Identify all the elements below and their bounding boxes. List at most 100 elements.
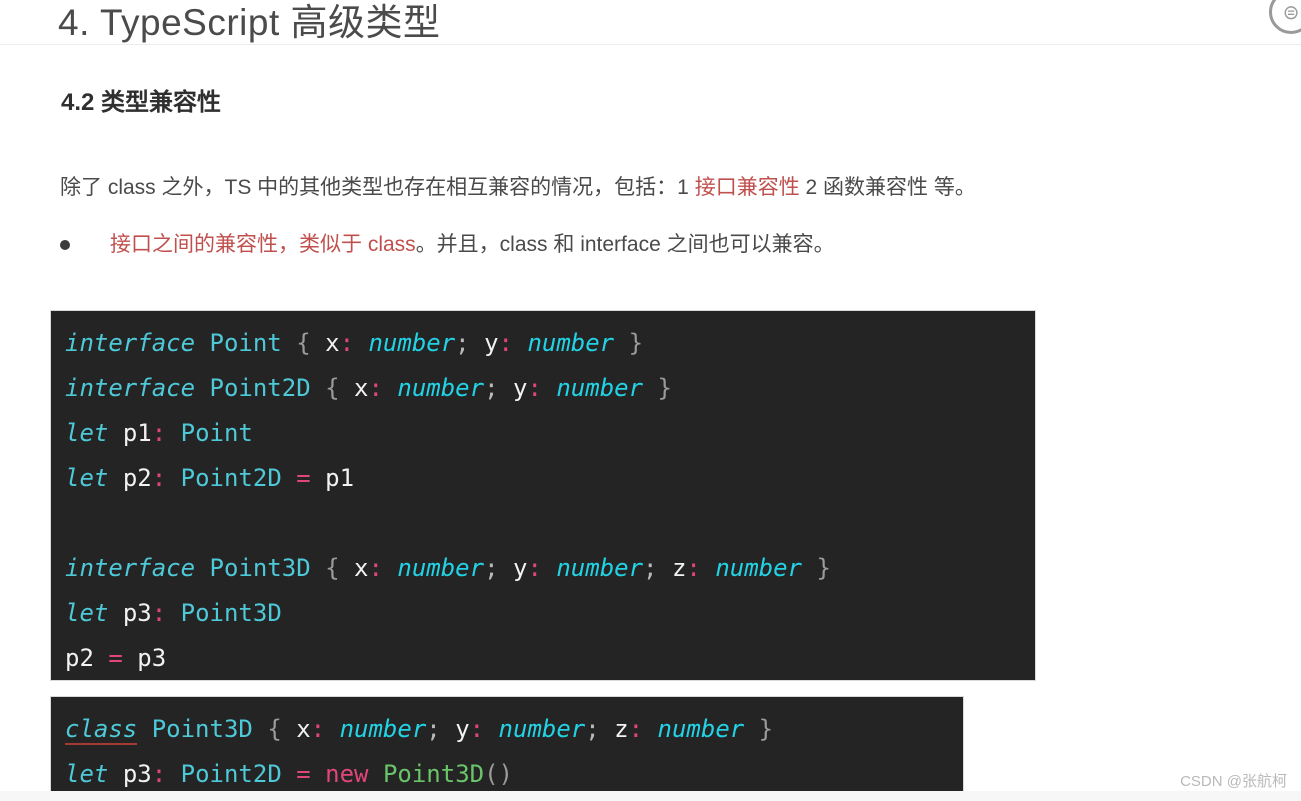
code-token: interface	[65, 329, 196, 357]
code-token: x	[325, 329, 340, 357]
line-let-p2: let p2: Point2D = p1	[51, 456, 1035, 501]
code-token: }	[628, 329, 644, 357]
code-token: {	[325, 554, 340, 582]
code-token: let	[65, 419, 109, 447]
code-token: p2	[65, 644, 94, 672]
document-page: ⊜ 4. TypeScript 高级类型 4.2 类型兼容性 除了 class …	[0, 0, 1301, 801]
code-token: :	[339, 329, 355, 357]
code-token: p3	[122, 599, 152, 627]
code-token: y	[512, 374, 528, 402]
code-token: p3	[137, 644, 167, 672]
code-token: x	[296, 715, 311, 743]
code-token: {	[296, 329, 311, 357]
code-token: :	[151, 464, 167, 492]
code-token: z	[614, 715, 629, 743]
bullet-highlight: 接口之间的兼容性，类似于 class	[110, 233, 416, 256]
line-class-point3d: class Point3D { x: number; y: number; z:…	[51, 707, 963, 752]
code-token: number	[556, 554, 644, 582]
code-block-class-interface-compatibility[interactable]: class Point3D { x: number; y: number; z:…	[50, 696, 964, 793]
code-token: z	[671, 554, 687, 582]
code-token: ;	[643, 554, 658, 582]
code-token: :	[151, 599, 167, 627]
code-token: number	[397, 374, 485, 402]
code-token: :	[151, 760, 167, 788]
footer-strip	[0, 791, 1301, 801]
code-token: :	[469, 715, 485, 743]
code-token: number	[527, 329, 615, 357]
bullet-item-text: 接口之间的兼容性，类似于 class。并且，class 和 interface …	[110, 229, 835, 261]
code-token: Point3D	[180, 599, 282, 627]
code-token: let	[65, 760, 109, 788]
code-token: p1	[325, 464, 355, 492]
code-token: Point2D	[180, 464, 282, 492]
code-token: number	[498, 715, 586, 743]
code-token: x	[354, 554, 369, 582]
code-token: ;	[484, 554, 499, 582]
code-token: let	[65, 599, 109, 627]
code-block-interface-compatibility[interactable]: interface Point { x: number; y: number }…	[50, 310, 1036, 681]
line-interface-point3d: interface Point3D { x: number; y: number…	[51, 546, 1035, 591]
line-interface-point2d: interface Point2D { x: number; y: number…	[51, 366, 1035, 411]
line-let-p3: let p3: Point3D	[51, 591, 1035, 636]
code-token: number	[715, 554, 803, 582]
code-token: number	[556, 374, 644, 402]
code-token: p3	[122, 760, 152, 788]
code-token: :	[527, 374, 542, 402]
code-token: ;	[455, 329, 470, 357]
code-token: number	[397, 554, 485, 582]
code-token: y	[512, 554, 528, 582]
code-token: :	[628, 715, 644, 743]
code-token: :	[368, 374, 383, 402]
bullet-dot-icon	[60, 240, 70, 250]
code-token: ;	[426, 715, 441, 743]
code-token: Point3D	[382, 760, 485, 788]
code-token: Point2D	[209, 374, 311, 402]
bullet-list-item: 接口之间的兼容性，类似于 class。并且，class 和 interface …	[60, 229, 835, 261]
code-token: p2	[122, 464, 152, 492]
code-token: ;	[484, 374, 499, 402]
line-blank-1	[51, 501, 1035, 546]
code-token: =	[108, 644, 123, 672]
code-token: Point	[180, 419, 253, 447]
paragraph-text-part2: 2 函数兼容性 等。	[799, 176, 976, 199]
paragraph-text-part1: 除了 class 之外，TS 中的其他类型也存在相互兼容的情况，包括：1	[60, 176, 695, 199]
code-token: class	[65, 715, 138, 745]
circular-badge-icon[interactable]: ⊜	[1269, 0, 1301, 34]
code-token: Point	[209, 329, 282, 357]
code-token: let	[65, 464, 109, 492]
code-token: :	[151, 419, 167, 447]
